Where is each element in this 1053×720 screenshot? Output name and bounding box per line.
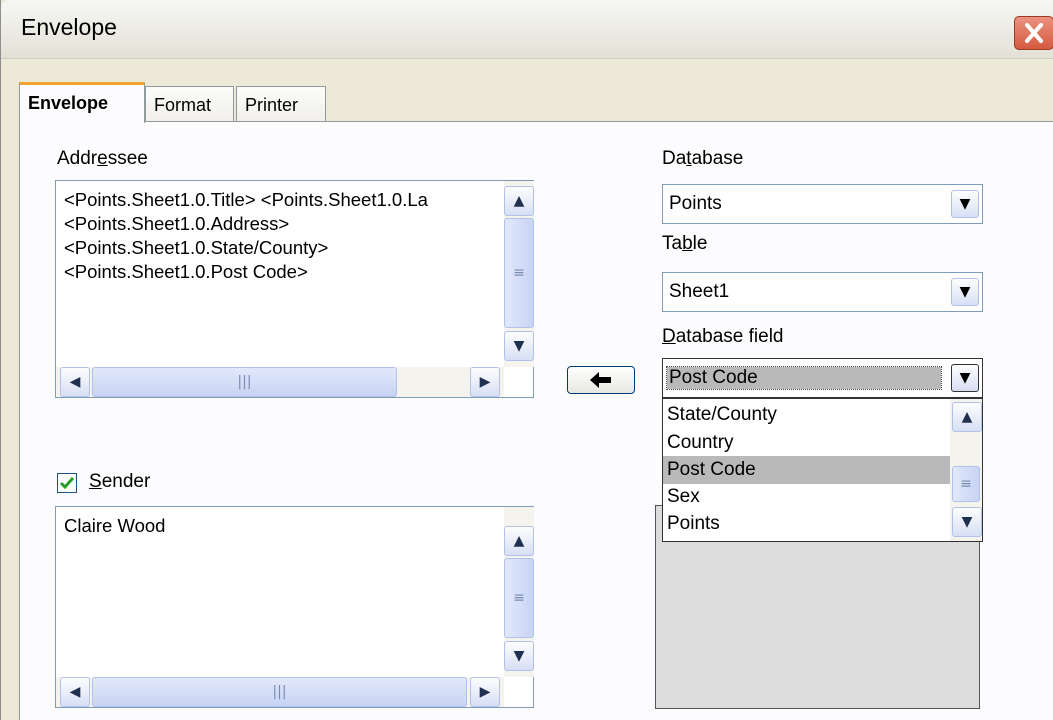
chevron-right-icon: ▶ — [479, 684, 491, 700]
chevron-down-icon: ▼ — [959, 196, 971, 212]
database-value: Points — [669, 193, 722, 214]
hscroll-thumb[interactable]: ||| — [92, 677, 467, 707]
addressee-textarea[interactable]: <Points.Sheet1.0.Title> <Points.Sheet1.0… — [55, 180, 534, 398]
table-value: Sheet1 — [669, 281, 730, 302]
database-field-label: Database field — [662, 326, 784, 347]
scroll-up-button[interactable]: ▲ — [952, 402, 982, 432]
scroll-up-button[interactable]: ▲ — [504, 186, 534, 216]
scroll-up-button[interactable]: ▲ — [504, 526, 534, 556]
list-item[interactable]: Points — [667, 510, 720, 538]
sender-checkbox[interactable] — [57, 473, 77, 493]
sender-hscrollbar[interactable]: ◀ ||| ▶ — [56, 677, 504, 707]
tab-format-label: Format — [154, 95, 212, 115]
window-title: Envelope — [21, 14, 117, 40]
chevron-right-icon: ▶ — [479, 374, 491, 390]
addressee-text: <Points.Sheet1.0.Title> <Points.Sheet1.0… — [64, 189, 428, 282]
checkmark-icon — [59, 477, 75, 490]
chevron-up-icon: ▲ — [513, 193, 525, 209]
insert-field-button[interactable] — [567, 366, 635, 394]
addressee-label: Addressee — [57, 148, 148, 169]
arrow-left-icon — [590, 372, 611, 388]
database-field-dropdown-button[interactable]: ▼ — [951, 364, 979, 392]
database-field-dropdown-list: State/County Country Post Code Sex Point… — [662, 398, 983, 542]
chevron-down-icon: ▼ — [513, 648, 525, 664]
database-label: Database — [662, 148, 744, 169]
scroll-down-button[interactable]: ▼ — [952, 507, 982, 537]
sender-textarea[interactable]: Claire Wood ▲ ≡ ▼ ◀ ||| ▶ — [55, 506, 534, 708]
chevron-down-icon: ▼ — [513, 338, 525, 354]
title-bar: Envelope — [1, 0, 1053, 59]
list-item-selected[interactable]: Post Code — [663, 456, 950, 484]
grip-icon: ||| — [272, 684, 287, 700]
database-dropdown-button[interactable]: ▼ — [951, 190, 979, 218]
chevron-down-icon: ▼ — [959, 284, 971, 300]
scroll-right-button[interactable]: ▶ — [470, 677, 500, 707]
grip-icon: ||| — [237, 374, 252, 390]
addressee-vscrollbar[interactable]: ▲ ≡ ▼ — [504, 181, 534, 367]
scroll-thumb[interactable]: ≡ — [952, 466, 980, 502]
scroll-thumb[interactable]: ≡ — [504, 558, 534, 638]
list-item[interactable]: Sex — [667, 483, 700, 511]
scroll-thumb[interactable]: ≡ — [504, 218, 534, 328]
table-select[interactable]: Sheet1 ▼ — [662, 272, 983, 312]
tab-envelope-label: Envelope — [28, 93, 109, 113]
tab-format[interactable]: Format — [145, 86, 234, 122]
database-field-value: Post Code — [666, 366, 942, 390]
database-field-select[interactable]: Post Code ▼ — [662, 358, 983, 398]
table-label: Table — [662, 233, 708, 254]
chevron-down-icon: ▼ — [959, 370, 971, 386]
close-button[interactable] — [1014, 16, 1053, 50]
database-select[interactable]: Points ▼ — [662, 184, 983, 224]
sender-label: Sender — [89, 471, 151, 492]
grip-icon: ≡ — [960, 476, 972, 492]
addressee-hscrollbar[interactable]: ◀ ||| ▶ — [56, 367, 504, 397]
chevron-left-icon: ◀ — [69, 374, 81, 390]
chevron-left-icon: ◀ — [69, 684, 81, 700]
chevron-up-icon: ▲ — [961, 409, 973, 425]
envelope-dialog: Envelope Envelope Format Printer Address… — [0, 0, 1053, 720]
scroll-left-button[interactable]: ◀ — [60, 367, 90, 397]
dropdown-vscrollbar[interactable]: ▲ ≡ ▼ — [950, 399, 982, 541]
scroll-down-button[interactable]: ▼ — [504, 641, 534, 671]
chevron-up-icon: ▲ — [513, 533, 525, 549]
sender-text: Claire Wood — [64, 515, 166, 536]
table-dropdown-button[interactable]: ▼ — [951, 278, 979, 306]
scroll-right-button[interactable]: ▶ — [470, 367, 500, 397]
tab-printer[interactable]: Printer — [236, 86, 326, 122]
scroll-left-button[interactable]: ◀ — [60, 677, 90, 707]
sender-vscrollbar[interactable]: ▲ ≡ ▼ — [504, 507, 534, 677]
chevron-down-icon: ▼ — [961, 514, 973, 530]
grip-icon: ≡ — [513, 590, 525, 606]
close-icon — [1025, 23, 1043, 43]
hscroll-thumb[interactable]: ||| — [92, 367, 397, 397]
scroll-down-button[interactable]: ▼ — [504, 331, 534, 361]
tab-envelope[interactable]: Envelope — [19, 82, 145, 123]
list-item[interactable]: Country — [667, 429, 734, 457]
grip-icon: ≡ — [513, 265, 525, 281]
list-item[interactable]: State/County — [667, 401, 777, 429]
tab-printer-label: Printer — [245, 95, 299, 115]
